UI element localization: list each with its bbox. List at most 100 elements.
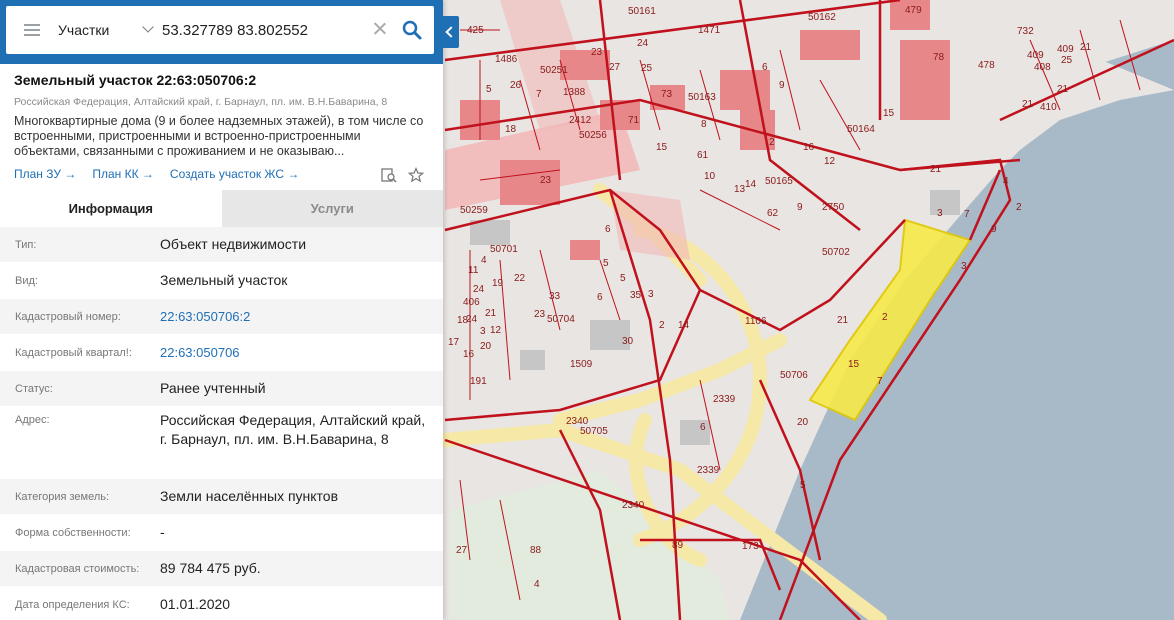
map-label: 13 xyxy=(734,184,746,195)
row-cadastral-number: Кадастровый номер: 22:63:050706:2 xyxy=(0,299,443,335)
map-label: 24 xyxy=(473,284,485,295)
map-label: 173 xyxy=(742,541,759,552)
plan-kk-link[interactable]: План КК → xyxy=(92,167,154,181)
map-label: 3 xyxy=(648,289,654,300)
map-label: 10 xyxy=(704,171,716,182)
map-label: 2 xyxy=(659,320,665,331)
map-label: 406 xyxy=(463,297,480,308)
row-label: Кадастровый квартал!: xyxy=(15,346,132,359)
row-ownership: Форма собственности: - xyxy=(0,515,443,551)
map-label: 9 xyxy=(991,224,997,235)
map-label: 15 xyxy=(656,142,668,153)
map-label: 14 xyxy=(745,179,757,190)
row-label: Категория земель: xyxy=(15,490,110,503)
map-label: 50701 xyxy=(490,244,518,255)
map-label: 50702 xyxy=(822,247,850,258)
row-label: Тип: xyxy=(15,238,37,251)
map-label: 6 xyxy=(762,62,768,73)
info-panel: Участки Земельный участок 22:63:050706:2… xyxy=(0,0,443,620)
map-label: 50163 xyxy=(688,92,716,103)
map-label: 7 xyxy=(964,209,970,220)
map-label: 2412 xyxy=(569,115,592,126)
map-label: 12 xyxy=(824,156,836,167)
map-label: 410 xyxy=(1040,102,1057,113)
map-label: 89 xyxy=(672,540,684,551)
map-label: 35 xyxy=(630,290,642,301)
search-box: Участки xyxy=(6,6,434,54)
cadastral-quarter-link[interactable]: 22:63:050706 xyxy=(160,343,430,362)
plan-zu-link[interactable]: План ЗУ → xyxy=(14,167,76,181)
clear-icon[interactable] xyxy=(370,19,390,39)
map-label: 23 xyxy=(540,175,552,186)
map-label: 12 xyxy=(490,325,502,336)
search-icon[interactable] xyxy=(400,18,424,42)
map-label: 4 xyxy=(1003,176,1009,187)
map-label: 25 xyxy=(641,63,653,74)
map-label: 26 xyxy=(510,80,522,91)
map-label: 191 xyxy=(470,376,487,387)
tab-info[interactable]: Информация xyxy=(0,190,222,227)
map-label: 11 xyxy=(468,265,479,276)
map-label: 409 xyxy=(1027,50,1044,61)
map-label: 5 xyxy=(620,273,626,284)
info-table: Тип: Объект недвижимости Вид: Земельный … xyxy=(0,227,443,620)
layer-select-label: Участки xyxy=(58,22,110,38)
row-label: Кадастровая стоимость: xyxy=(15,562,140,575)
row-value: 01.01.2020 xyxy=(160,596,231,612)
map-label: 3 xyxy=(961,261,967,272)
map-label: 1388 xyxy=(563,87,586,98)
map-label: 20 xyxy=(797,417,809,428)
tab-services[interactable]: Услуги xyxy=(221,190,443,227)
map-label: 3 xyxy=(937,208,943,219)
create-parcel-link[interactable]: Создать участок ЖС → xyxy=(170,167,299,181)
search-on-map-icon[interactable] xyxy=(381,167,397,183)
map-label: 6 xyxy=(700,422,706,433)
map-label: 1471 xyxy=(698,25,721,36)
star-icon[interactable] xyxy=(408,167,424,183)
object-title: Земельный участок 22:63:050706:2 xyxy=(14,72,257,88)
map-label: 7 xyxy=(536,89,542,100)
row-value: 89 784 475 руб. xyxy=(160,560,261,576)
map-label: 88 xyxy=(530,545,542,556)
row-label: Дата определения КС: xyxy=(15,598,130,611)
row-label: Форма собственности: xyxy=(15,526,131,539)
map-label: 71 xyxy=(628,115,640,126)
map-label: 16 xyxy=(803,142,815,153)
map-label: 1486 xyxy=(495,54,518,65)
map-label: 62 xyxy=(767,208,779,219)
map-label: 4 xyxy=(534,579,540,590)
map-label: 18 xyxy=(457,315,469,326)
layer-select[interactable]: Участки xyxy=(58,6,158,54)
map-label: 33 xyxy=(549,291,561,302)
map-label: 21 xyxy=(837,315,849,326)
map-label: 50256 xyxy=(579,130,607,141)
map-label: 21 xyxy=(485,308,497,319)
map-label: 3 xyxy=(480,326,486,337)
map-label: 14 xyxy=(678,320,690,331)
map-label: 27 xyxy=(609,62,621,73)
map-label: 5 xyxy=(800,480,806,491)
row-address: Адрес: Российская Федерация, Алтайский к… xyxy=(0,407,443,479)
search-input[interactable] xyxy=(158,10,366,50)
row-value: Ранее учтенный xyxy=(160,380,266,396)
map-label: 30 xyxy=(622,336,634,347)
row-cadastral-quarter: Кадастровый квартал!: 22:63:050706 xyxy=(0,335,443,371)
cadastral-number-link[interactable]: 22:63:050706:2 xyxy=(160,307,430,326)
row-label: Кадастровый номер: xyxy=(15,310,121,323)
map-label: 479 xyxy=(905,5,922,16)
collapse-panel-button[interactable] xyxy=(443,16,459,48)
map-label: 19 xyxy=(492,278,504,289)
map-label: 2 xyxy=(769,137,775,148)
row-value: Российская Федерация, Алтайский край, г.… xyxy=(160,412,426,447)
map-label: 23 xyxy=(534,309,546,320)
map-label: 6 xyxy=(605,224,611,235)
search-bar: Участки xyxy=(0,0,443,64)
hamburger-menu-icon[interactable] xyxy=(6,6,58,54)
row-label: Статус: xyxy=(15,382,53,395)
row-cadastral-value: Кадастровая стоимость: 89 784 475 руб. xyxy=(0,551,443,587)
row-value: Объект недвижимости xyxy=(160,236,307,252)
map-label: 78 xyxy=(933,52,945,63)
map-label: 5 xyxy=(603,258,609,269)
map-label: 2750 xyxy=(822,202,845,213)
map-label: 408 xyxy=(1034,62,1051,73)
